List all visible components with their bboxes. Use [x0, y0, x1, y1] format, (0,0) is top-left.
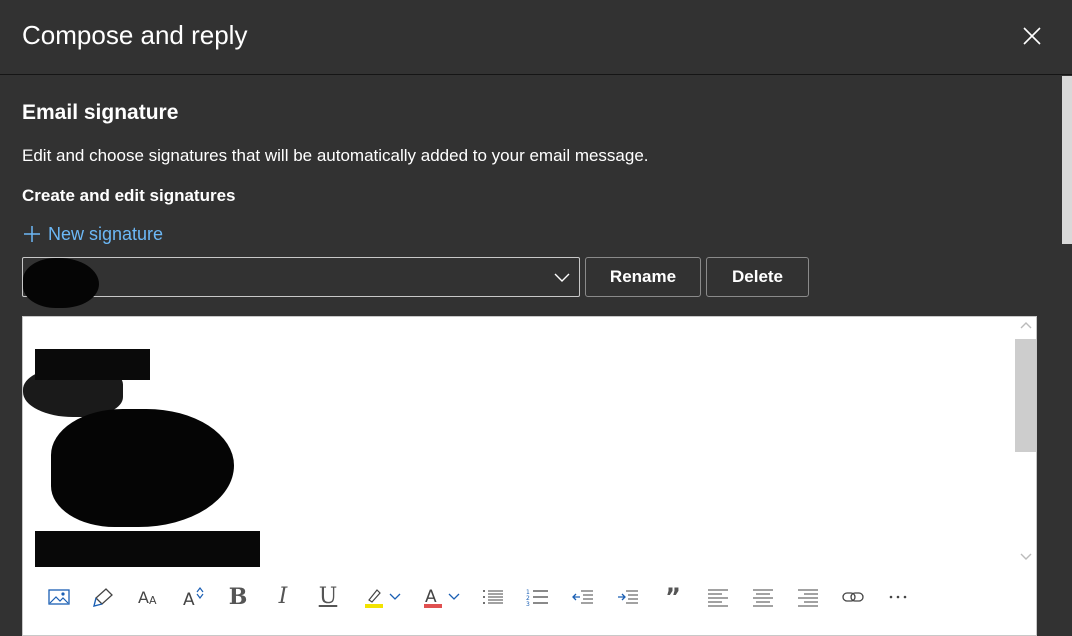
quote-icon: ”: [665, 583, 681, 611]
align-center-button[interactable]: [748, 583, 778, 611]
align-center-icon: [753, 589, 773, 607]
numbering-button[interactable]: 1 2 3: [523, 583, 553, 611]
new-signature-label: New signature: [48, 223, 164, 244]
formatting-toolbar: A A A B I U A 1 2 3 ”: [22, 580, 1037, 614]
editor-scrollbar-thumb[interactable]: [1015, 339, 1036, 452]
italic-button[interactable]: I: [268, 583, 298, 611]
redacted-content: [35, 531, 260, 567]
align-left-icon: [708, 589, 728, 607]
numbering-icon: 1 2 3: [526, 589, 548, 607]
insert-picture-button[interactable]: [44, 583, 74, 611]
font-color-dropdown[interactable]: [444, 583, 464, 611]
rename-button[interactable]: Rename: [585, 257, 701, 297]
redacted-signature-name: [23, 258, 99, 308]
redacted-content: [35, 349, 150, 380]
insert-picture-icon: [48, 589, 70, 605]
highlight-button[interactable]: [358, 583, 388, 611]
font-color-button[interactable]: A: [417, 583, 447, 611]
increase-indent-icon: [618, 590, 638, 604]
plus-icon: [24, 226, 40, 242]
highlight-icon: [365, 589, 383, 608]
chevron-down-icon: [448, 593, 460, 600]
more-options-button[interactable]: [883, 583, 913, 611]
quote-button[interactable]: ”: [658, 583, 688, 611]
section-title: Email signature: [22, 101, 179, 124]
italic-icon: I: [278, 584, 288, 609]
section-description: Edit and choose signatures that will be …: [22, 146, 649, 165]
format-painter-icon: [93, 588, 113, 607]
increase-indent-button[interactable]: [613, 583, 643, 611]
align-left-button[interactable]: [703, 583, 733, 611]
bold-button[interactable]: B: [223, 583, 253, 611]
bullets-button[interactable]: [478, 583, 508, 611]
more-options-icon: [889, 595, 907, 599]
redacted-content: [51, 409, 234, 527]
grow-font-button[interactable]: A: [179, 583, 209, 611]
svg-text:3: 3: [526, 601, 530, 607]
delete-button[interactable]: Delete: [706, 257, 809, 297]
highlight-dropdown[interactable]: [385, 583, 405, 611]
signature-editor-content[interactable]: [23, 317, 1013, 567]
svg-text:A: A: [149, 594, 157, 607]
insert-link-button[interactable]: [838, 583, 868, 611]
close-icon: [1023, 27, 1041, 45]
close-button[interactable]: [1018, 22, 1046, 50]
scroll-down-icon[interactable]: [1020, 551, 1032, 561]
link-icon: [842, 592, 864, 602]
bold-icon: B: [228, 584, 248, 610]
chevron-down-icon: [554, 273, 570, 282]
underline-icon: U: [318, 584, 338, 609]
format-painter-button[interactable]: [89, 583, 119, 611]
new-signature-button[interactable]: New signature: [22, 222, 163, 246]
svg-text:A: A: [138, 588, 149, 607]
panel-scrollbar-thumb[interactable]: [1062, 76, 1072, 244]
decrease-indent-button[interactable]: [568, 583, 598, 611]
bullets-icon: [483, 590, 503, 604]
underline-button[interactable]: U: [313, 583, 343, 611]
scroll-up-icon[interactable]: [1020, 321, 1032, 331]
align-right-button[interactable]: [793, 583, 823, 611]
decrease-indent-icon: [572, 590, 593, 604]
chevron-down-icon: [389, 593, 401, 600]
signature-select[interactable]: [22, 257, 580, 308]
font-size-icon: A A: [138, 588, 157, 607]
grow-font-icon: A: [183, 587, 204, 608]
svg-text:A: A: [183, 590, 195, 608]
panel-header: Compose and reply: [0, 0, 1072, 75]
align-right-icon: [798, 589, 818, 607]
font-color-icon: A: [424, 587, 442, 608]
signatures-subheading: Create and edit signatures: [22, 186, 236, 205]
font-size-button[interactable]: A A: [134, 583, 164, 611]
panel-title: Compose and reply: [22, 20, 248, 50]
